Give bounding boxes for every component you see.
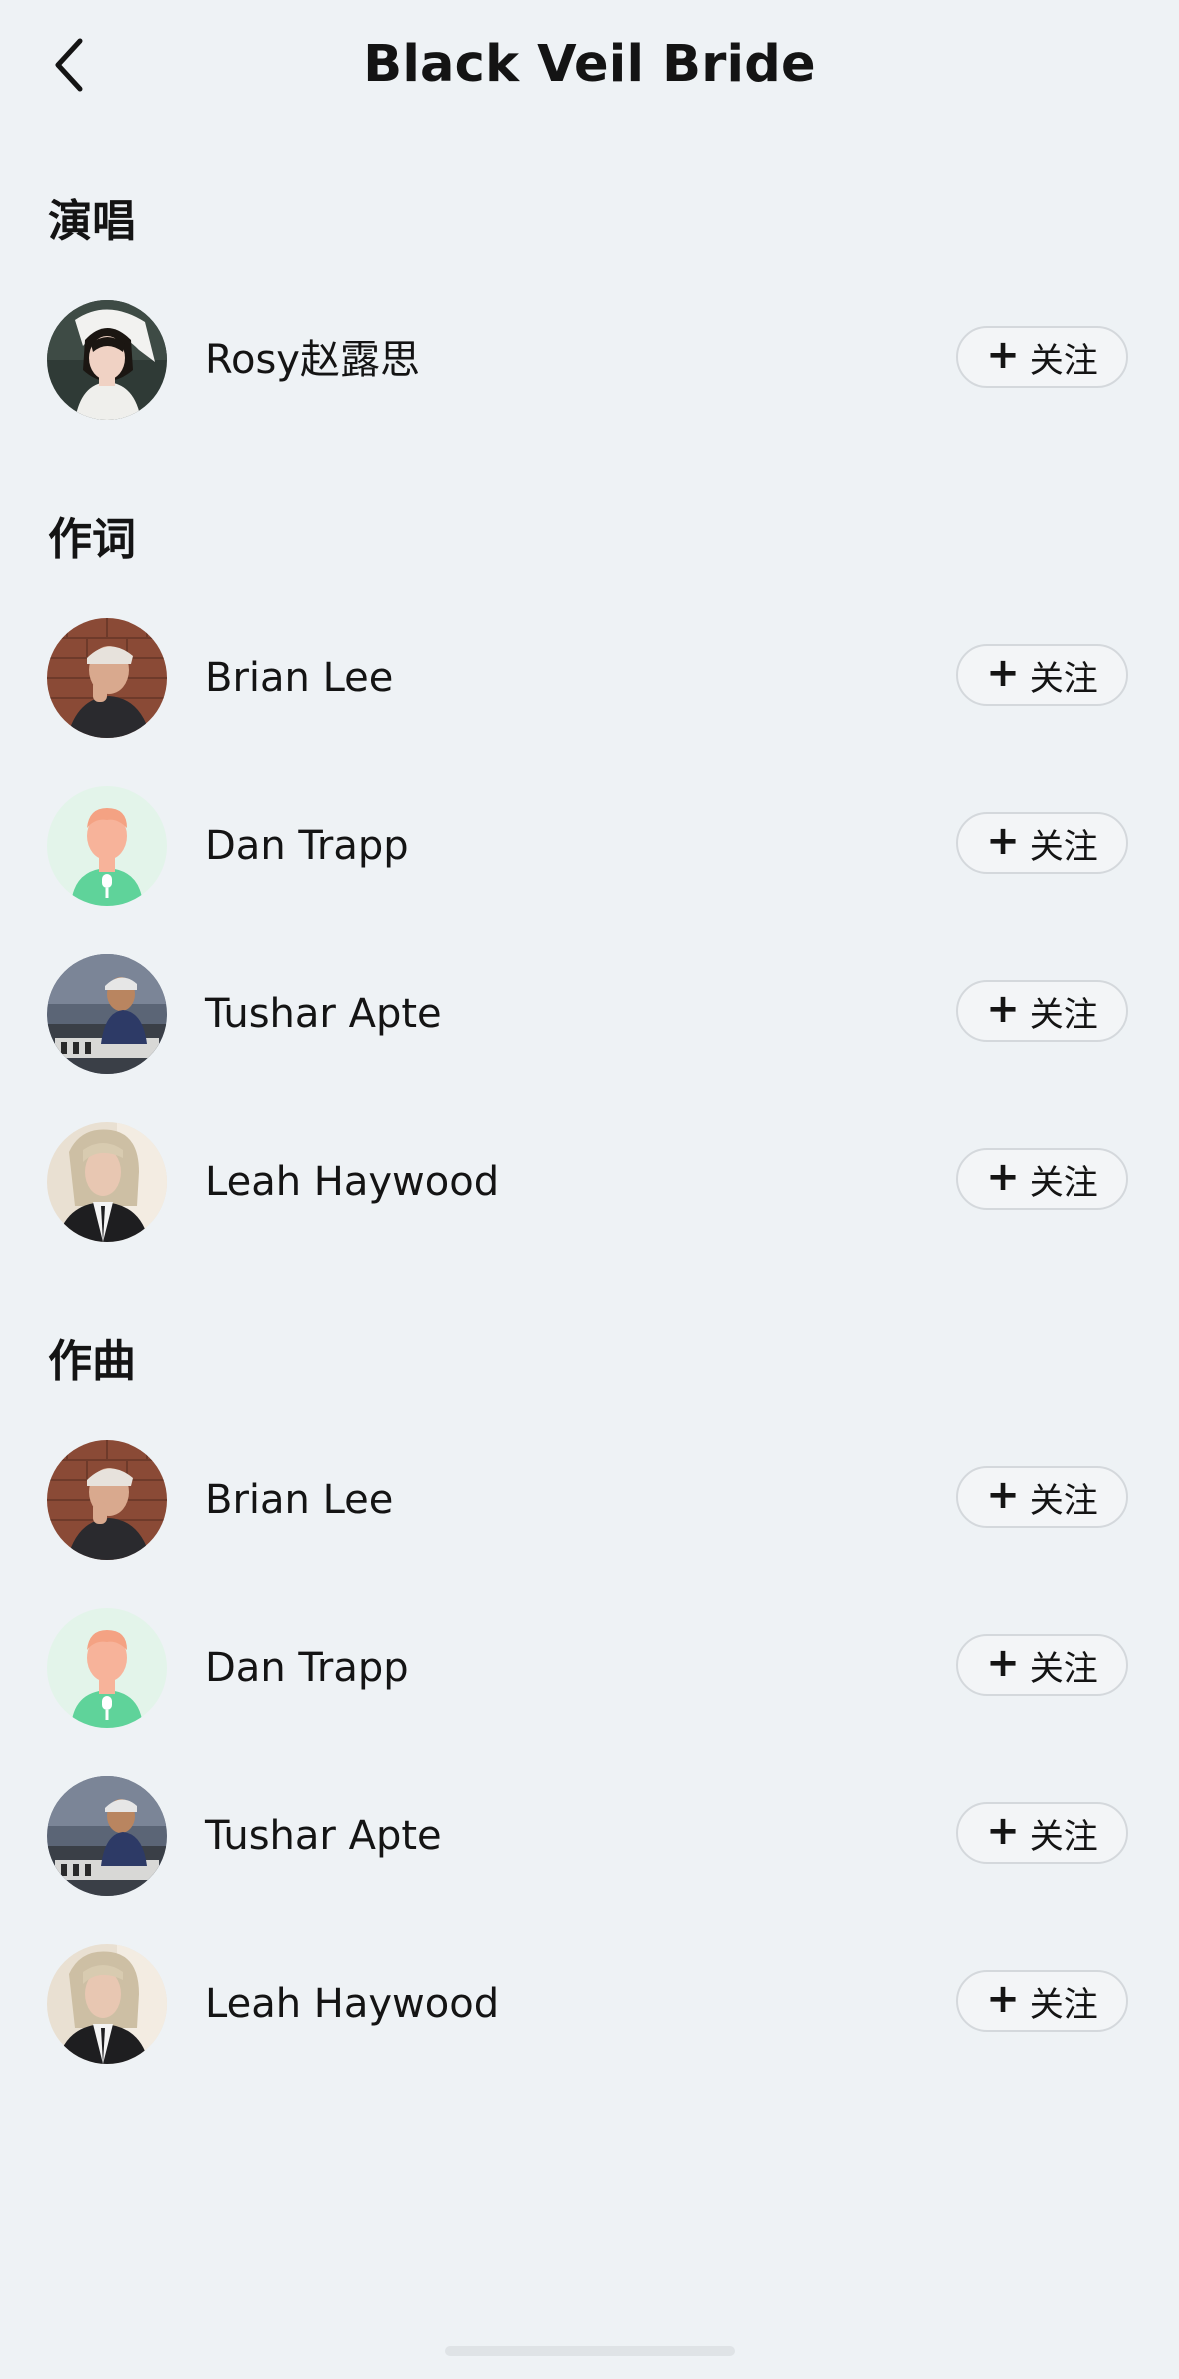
man-studio-photo [47,954,167,1074]
follow-label: 关注 [1029,340,1098,381]
plus-icon: + [986,1808,1020,1854]
default-mic-avatar-icon [47,786,167,906]
follow-button[interactable]: + 关注 [956,812,1128,874]
artist-name: Brian Lee [205,655,394,701]
follow-label: 关注 [1029,826,1098,867]
avatar[interactable] [47,300,167,420]
avatar[interactable] [47,618,167,738]
avatar[interactable] [47,786,167,906]
artist-row[interactable]: Tushar Apte + 关注 [0,949,1179,1079]
follow-button[interactable]: + 关注 [956,980,1128,1042]
plus-icon: + [986,1640,1020,1686]
follow-button[interactable]: + 关注 [956,1802,1128,1864]
section-title-vocals: 演唱 [48,196,136,247]
avatar[interactable] [47,954,167,1074]
avatar[interactable] [47,1122,167,1242]
artist-name: Tushar Apte [205,1813,442,1859]
section-title-composition: 作曲 [48,1336,136,1387]
page-title: Black Veil Bride [363,35,816,94]
woman-veil-photo [47,300,167,420]
back-button[interactable] [40,30,100,100]
follow-label: 关注 [1029,1816,1098,1857]
plus-icon: + [986,650,1020,696]
artist-row[interactable]: Leah Haywood + 关注 [0,1117,1179,1247]
plus-icon: + [986,818,1020,864]
follow-label: 关注 [1029,1984,1098,2025]
artist-name: Tushar Apte [205,991,442,1037]
artist-name: Leah Haywood [205,1981,500,2027]
artist-row[interactable]: Tushar Apte + 关注 [0,1771,1179,1901]
follow-button[interactable]: + 关注 [956,1148,1128,1210]
artist-name: Brian Lee [205,1477,394,1523]
follow-label: 关注 [1029,1162,1098,1203]
home-indicator [445,2346,735,2356]
artist-name: Dan Trapp [205,823,409,869]
follow-button[interactable]: + 关注 [956,1466,1128,1528]
top-bar: Black Veil Bride [0,0,1179,140]
follow-label: 关注 [1029,658,1098,699]
follow-button[interactable]: + 关注 [956,1634,1128,1696]
artist-name: Rosy赵露思 [205,337,420,383]
default-mic-avatar-icon [47,1608,167,1728]
artist-row[interactable]: Dan Trapp + 关注 [0,781,1179,911]
artist-row[interactable]: Brian Lee + 关注 [0,1435,1179,1565]
avatar[interactable] [47,1776,167,1896]
man-studio-photo [47,1776,167,1896]
artist-row[interactable]: Dan Trapp + 关注 [0,1603,1179,1733]
artist-name: Dan Trapp [205,1645,409,1691]
follow-button[interactable]: + 关注 [956,326,1128,388]
follow-label: 关注 [1029,1480,1098,1521]
plus-icon: + [986,1976,1020,2022]
plus-icon: + [986,986,1020,1032]
follow-button[interactable]: + 关注 [956,1970,1128,2032]
artist-name: Leah Haywood [205,1159,500,1205]
artist-list-screen: Black Veil Bride 演唱 Rosy赵露思 + 关注 作词 Bria… [0,0,1179,2379]
chevron-left-icon [55,38,83,92]
plus-icon: + [986,332,1020,378]
man-cap-photo [47,618,167,738]
woman-suit-photo [47,1944,167,2064]
plus-icon: + [986,1472,1020,1518]
artist-row[interactable]: Brian Lee + 关注 [0,613,1179,743]
artist-row[interactable]: Leah Haywood + 关注 [0,1939,1179,2069]
woman-suit-photo [47,1122,167,1242]
follow-label: 关注 [1029,1648,1098,1689]
avatar[interactable] [47,1608,167,1728]
follow-button[interactable]: + 关注 [956,644,1128,706]
avatar[interactable] [47,1440,167,1560]
artist-row[interactable]: Rosy赵露思 + 关注 [0,295,1179,425]
man-cap-photo [47,1440,167,1560]
avatar[interactable] [47,1944,167,2064]
section-title-lyrics: 作词 [48,514,136,565]
follow-label: 关注 [1029,994,1098,1035]
plus-icon: + [986,1154,1020,1200]
